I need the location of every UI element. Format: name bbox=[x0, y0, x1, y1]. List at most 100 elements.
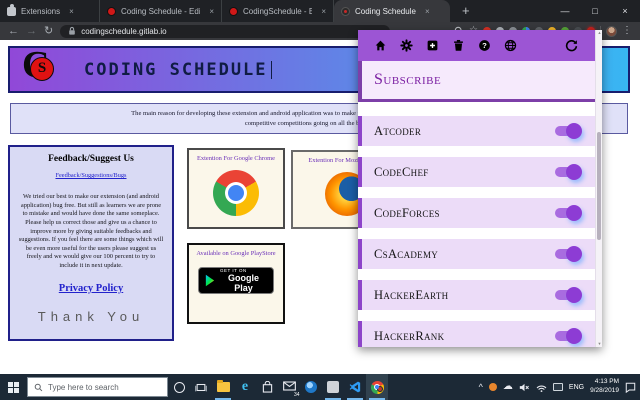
scroll-up-icon[interactable]: ▲ bbox=[596, 30, 602, 36]
search-icon bbox=[34, 383, 43, 392]
task-view-button[interactable] bbox=[190, 374, 212, 400]
scrollbar-thumb[interactable] bbox=[597, 132, 601, 240]
minimize-button[interactable]: — bbox=[550, 0, 580, 22]
subscription-row-hackerearth: HackerEarth bbox=[358, 280, 595, 310]
platform-label: CodeChef bbox=[374, 165, 429, 180]
language-indicator[interactable]: ENG bbox=[569, 384, 584, 391]
puzzle-icon bbox=[7, 7, 16, 16]
settings-gear-icon[interactable] bbox=[393, 39, 419, 52]
app-button-blue[interactable] bbox=[300, 374, 322, 400]
page-title: CODING SCHEDULE bbox=[84, 60, 268, 80]
subscription-row-atcoder: Atcoder bbox=[358, 116, 595, 146]
tray-person-icon[interactable] bbox=[489, 383, 497, 391]
tab-close-icon[interactable]: × bbox=[69, 7, 74, 16]
tab-coding-schedule-active[interactable]: Coding Schedule × bbox=[334, 0, 450, 22]
play-card-title: Available on Google PlayStore bbox=[189, 250, 283, 257]
feedback-title: Feedback/Suggest Us bbox=[18, 154, 164, 164]
tray-expand-icon[interactable]: ^ bbox=[479, 383, 483, 392]
tab-title: Coding Schedule bbox=[355, 7, 416, 16]
tab-codingschedule-edit[interactable]: CodingSchedule - Edit Item × bbox=[222, 0, 334, 22]
toggle-switch[interactable] bbox=[555, 249, 579, 259]
onedrive-cloud-icon[interactable]: ☁ bbox=[503, 382, 513, 392]
toggle-knob bbox=[566, 205, 582, 221]
platform-label: CodeForces bbox=[374, 206, 440, 221]
store-bag-icon bbox=[262, 381, 273, 393]
refresh-icon[interactable] bbox=[558, 39, 584, 52]
toggle-knob bbox=[566, 328, 582, 344]
forward-icon[interactable]: → bbox=[26, 26, 37, 37]
subscribe-heading: Subscribe bbox=[374, 71, 441, 89]
coding-schedule-favicon bbox=[229, 7, 238, 16]
tab-close-icon[interactable]: × bbox=[209, 7, 214, 16]
browser-tab-strip: Extensions × Coding Schedule - Edit Item… bbox=[0, 0, 640, 22]
subscription-row-codechef: CodeChef bbox=[358, 157, 595, 187]
edge-button[interactable]: e bbox=[234, 374, 256, 400]
cortana-button[interactable] bbox=[168, 374, 190, 400]
toggle-knob bbox=[566, 164, 582, 180]
tab-extensions[interactable]: Extensions × bbox=[0, 0, 100, 22]
mail-unread-badge: 34 bbox=[294, 392, 300, 398]
app-icon-blue bbox=[305, 381, 317, 393]
mail-button[interactable]: 34 bbox=[278, 374, 300, 400]
input-indicator-icon[interactable] bbox=[553, 383, 563, 391]
reload-icon[interactable]: ↻ bbox=[44, 26, 53, 37]
platform-label: HackerRank bbox=[374, 329, 444, 344]
add-icon[interactable] bbox=[419, 39, 445, 52]
chrome-card-title: Extention For Google Chrome bbox=[189, 155, 283, 162]
play-triangle-icon bbox=[205, 274, 215, 287]
volume-muted-icon[interactable] bbox=[519, 383, 530, 392]
toggle-switch[interactable] bbox=[555, 290, 579, 300]
toggle-switch[interactable] bbox=[555, 126, 579, 136]
file-explorer-button[interactable] bbox=[212, 374, 234, 400]
chrome-icon bbox=[371, 381, 384, 394]
tab-close-icon[interactable]: × bbox=[425, 7, 430, 16]
subscription-row-codeforces: CodeForces bbox=[358, 198, 595, 228]
lock-icon bbox=[68, 26, 76, 36]
logo-letter-s: S bbox=[38, 61, 46, 76]
kebab-menu-icon[interactable]: ⋮ bbox=[622, 26, 632, 36]
clock-date: 9/28/2019 bbox=[590, 387, 619, 394]
network-icon[interactable] bbox=[536, 383, 547, 392]
profile-avatar[interactable] bbox=[606, 26, 617, 37]
store-button[interactable] bbox=[256, 374, 278, 400]
address-bar[interactable]: codingschedule.gitlab.io bbox=[60, 25, 390, 38]
close-button[interactable]: × bbox=[610, 0, 640, 22]
thank-you-text: Thank You bbox=[18, 309, 164, 324]
feedback-body-text: We tried our best to make our extension … bbox=[18, 193, 164, 271]
chrome-extension-card[interactable]: Extention For Google Chrome bbox=[187, 148, 285, 229]
popup-scrollbar[interactable]: ▲ ▼ bbox=[595, 30, 602, 347]
chrome-profile-badge bbox=[377, 386, 383, 392]
toggle-switch[interactable] bbox=[555, 167, 579, 177]
home-icon[interactable] bbox=[367, 39, 393, 52]
taskbar-clock[interactable]: 4:13 PM 9/28/2019 bbox=[590, 378, 619, 396]
app-button-gray[interactable] bbox=[322, 374, 344, 400]
subscribe-heading-band: Subscribe bbox=[358, 61, 595, 99]
feedback-suggestions-link[interactable]: Feedback/Suggestions/Bugs bbox=[55, 172, 126, 179]
website-globe-icon[interactable] bbox=[497, 39, 523, 52]
google-play-card[interactable]: Available on Google PlayStore GET IT ON … bbox=[187, 243, 285, 324]
restore-button[interactable]: □ bbox=[580, 0, 610, 22]
start-button[interactable] bbox=[0, 374, 26, 400]
back-icon[interactable]: ← bbox=[8, 26, 19, 37]
chrome-logo-icon bbox=[213, 170, 259, 216]
help-icon[interactable]: ? bbox=[471, 39, 497, 52]
chrome-taskbar-button[interactable] bbox=[366, 374, 388, 400]
taskbar-search-input[interactable]: Type here to search bbox=[27, 377, 168, 397]
logo-red-circle: S bbox=[30, 57, 54, 81]
tab-close-icon[interactable]: × bbox=[321, 7, 326, 16]
play-badge-main-text: Google Play bbox=[220, 273, 267, 294]
platform-label: CsAcademy bbox=[374, 247, 438, 262]
vscode-button[interactable] bbox=[344, 374, 366, 400]
new-tab-button[interactable]: + bbox=[462, 0, 470, 22]
mail-icon: 34 bbox=[283, 378, 296, 396]
delete-trash-icon[interactable] bbox=[445, 39, 471, 52]
action-center-icon[interactable] bbox=[625, 382, 636, 393]
google-play-badge[interactable]: GET IT ON Google Play bbox=[198, 267, 274, 294]
subscription-row-csacademy: CsAcademy bbox=[358, 239, 595, 269]
toggle-switch[interactable] bbox=[555, 331, 579, 341]
app-icon-gray bbox=[327, 381, 339, 393]
tab-coding-schedule-edit[interactable]: Coding Schedule - Edit Item × bbox=[100, 0, 222, 22]
scroll-down-icon[interactable]: ▼ bbox=[596, 341, 602, 347]
privacy-policy-link[interactable]: Privacy Policy bbox=[59, 283, 123, 294]
toggle-switch[interactable] bbox=[555, 208, 579, 218]
